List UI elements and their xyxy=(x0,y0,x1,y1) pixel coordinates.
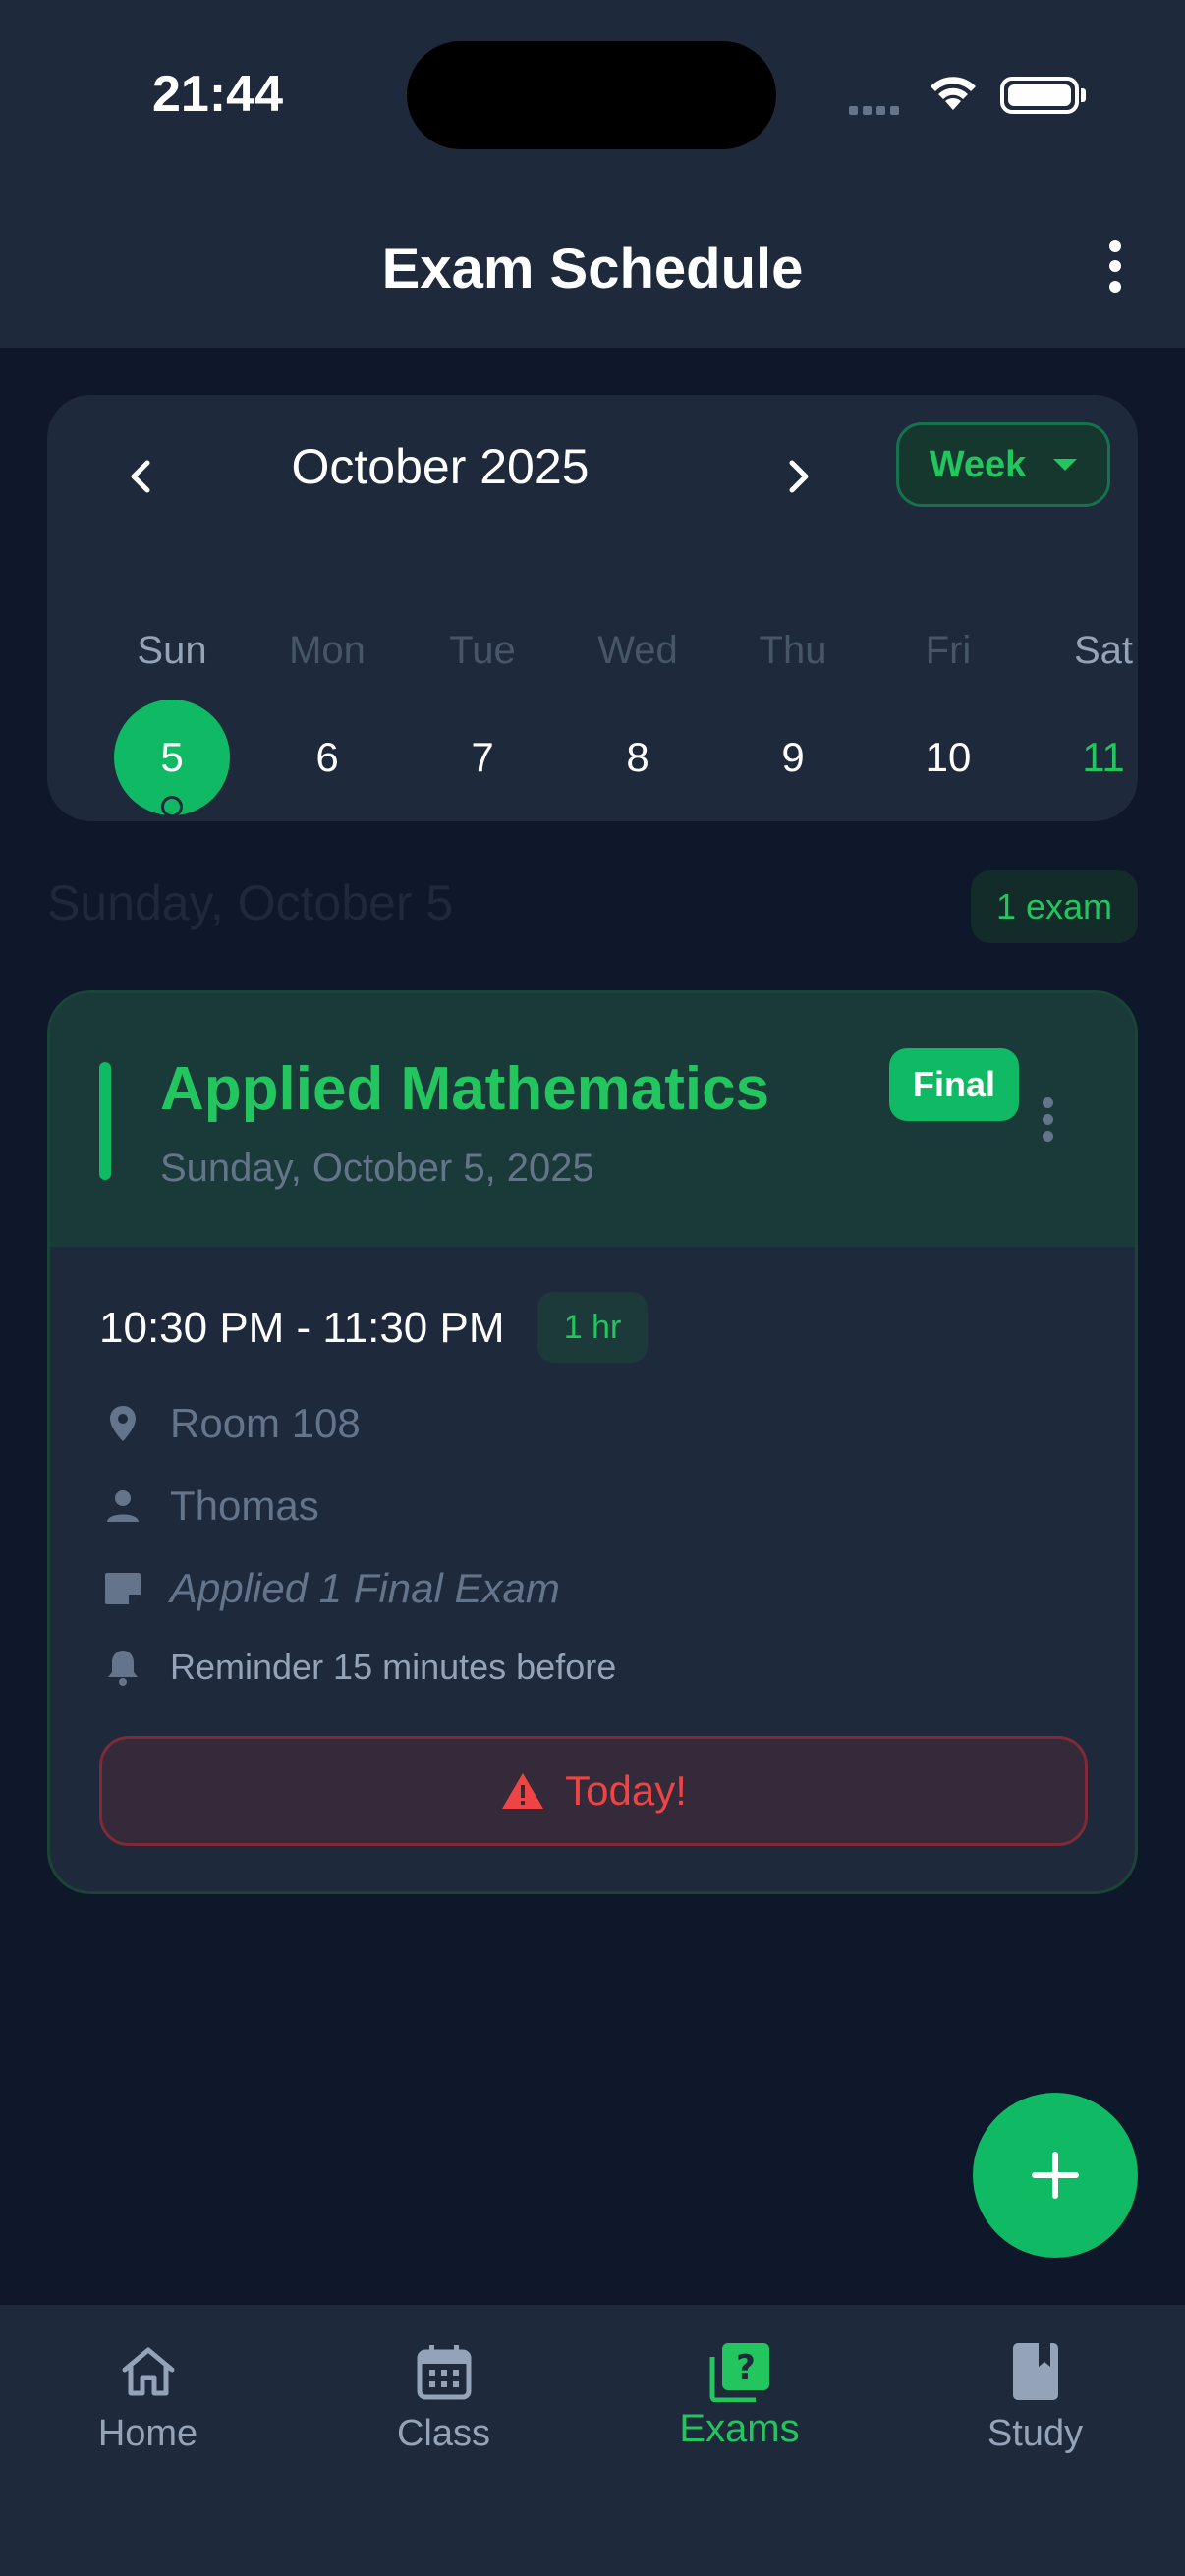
teacher-row: Thomas xyxy=(99,1483,319,1530)
exam-type-badge: Final xyxy=(889,1048,1019,1121)
view-mode-label: Week xyxy=(929,443,1027,485)
more-options-button[interactable] xyxy=(1091,232,1140,301)
day-number-selected[interactable]: 5 xyxy=(114,700,230,817)
room-row: Room 108 xyxy=(99,1400,361,1447)
duration-badge: 1 hr xyxy=(537,1292,648,1363)
day-name: Tue xyxy=(449,629,516,672)
cellular-signal-icon xyxy=(849,102,904,120)
status-bar: 21:44 xyxy=(0,0,1185,196)
exam-icon: ? xyxy=(592,2332,887,2411)
day-name: Fri xyxy=(925,629,972,672)
nav-exams[interactable]: ? Exams xyxy=(592,2305,887,2501)
nav-home[interactable]: Home xyxy=(0,2305,296,2501)
day-name: Wed xyxy=(597,629,678,672)
room-text: Room 108 xyxy=(170,1400,361,1446)
calendar-icon xyxy=(296,2332,592,2411)
week-days: Sun 5 Mon 6 Tue 7 Wed 8 Thu 9 Fri 10 Sat… xyxy=(47,621,1138,817)
page-title: Exam Schedule xyxy=(381,237,804,301)
book-icon xyxy=(887,2332,1183,2411)
chevron-left-icon xyxy=(131,460,150,493)
calendar-month-label: October 2025 xyxy=(291,439,590,494)
exam-options-button[interactable] xyxy=(1043,1097,1053,1142)
selected-date-heading: Sunday, October 5 xyxy=(47,875,454,930)
calendar-card: October 2025 Week Sun 5 Mon 6 Tue 7 Wed … xyxy=(47,395,1138,821)
add-exam-button[interactable] xyxy=(973,2093,1138,2258)
day-sun[interactable]: Sun 5 xyxy=(94,621,250,817)
exam-date: Sunday, October 5, 2025 xyxy=(160,1147,594,1190)
battery-nub xyxy=(1081,88,1086,102)
bottom-navigation: Home Class ? Exams Study xyxy=(0,2305,1185,2576)
person-icon xyxy=(99,1483,146,1530)
day-number[interactable]: 7 xyxy=(424,700,540,815)
reminder-text: Reminder 15 minutes before xyxy=(170,1647,617,1687)
day-number[interactable]: 9 xyxy=(735,700,851,815)
svg-text:?: ? xyxy=(736,2348,756,2387)
app-header: Exam Schedule xyxy=(0,196,1185,348)
day-name: Thu xyxy=(759,629,827,672)
nav-label: Exams xyxy=(679,2407,800,2450)
day-tue[interactable]: Tue 7 xyxy=(405,621,560,815)
nav-label: Class xyxy=(396,2413,491,2454)
caret-down-icon xyxy=(1053,459,1078,471)
nav-study[interactable]: Study xyxy=(887,2305,1183,2501)
today-alert-text: Today! xyxy=(565,1767,687,1814)
exam-subject: Applied Mathematics xyxy=(160,1055,770,1123)
day-wed[interactable]: Wed 8 xyxy=(560,621,715,815)
nav-label: Study xyxy=(987,2413,1084,2454)
wifi-icon xyxy=(928,73,979,117)
day-sat[interactable]: Sat 11 xyxy=(1026,621,1181,815)
exam-card-header: Applied Mathematics Sunday, October 5, 2… xyxy=(50,993,1135,1247)
next-month-button[interactable] xyxy=(764,442,833,511)
location-pin-icon xyxy=(99,1400,146,1447)
plus-icon xyxy=(1032,2152,1079,2199)
exam-card[interactable]: Applied Mathematics Sunday, October 5, 2… xyxy=(47,990,1138,1894)
home-icon xyxy=(0,2332,296,2411)
day-number[interactable]: 6 xyxy=(269,700,385,815)
day-mon[interactable]: Mon 6 xyxy=(250,621,405,815)
day-name: Mon xyxy=(289,629,366,672)
previous-month-button[interactable] xyxy=(106,442,175,511)
battery-icon xyxy=(1000,77,1079,114)
day-name: Sat xyxy=(1073,629,1134,672)
day-number[interactable]: 10 xyxy=(890,700,1006,815)
dynamic-island xyxy=(407,41,776,149)
exam-count-badge: 1 exam xyxy=(971,870,1138,943)
warning-icon xyxy=(502,1773,544,1809)
accent-bar xyxy=(99,1062,111,1180)
note-row: Applied 1 Final Exam xyxy=(99,1565,560,1612)
note-text: Applied 1 Final Exam xyxy=(170,1565,560,1611)
bell-icon xyxy=(99,1644,146,1691)
exam-time-range: 10:30 PM - 11:30 PM xyxy=(99,1304,505,1352)
teacher-text: Thomas xyxy=(170,1483,319,1529)
reminder-row: Reminder 15 minutes before xyxy=(99,1644,616,1691)
day-number[interactable]: 11 xyxy=(1045,700,1161,815)
status-time: 21:44 xyxy=(152,66,283,123)
nav-class[interactable]: Class xyxy=(296,2305,592,2501)
today-alert-button[interactable]: Today! xyxy=(99,1736,1088,1846)
event-dot xyxy=(161,796,183,817)
day-number[interactable]: 8 xyxy=(580,700,696,815)
day-thu[interactable]: Thu 9 xyxy=(715,621,871,815)
day-name: Sun xyxy=(137,629,207,672)
view-mode-dropdown[interactable]: Week xyxy=(896,422,1110,507)
nav-label: Home xyxy=(97,2413,198,2454)
day-fri[interactable]: Fri 10 xyxy=(871,621,1026,815)
chevron-right-icon xyxy=(789,460,809,493)
note-icon xyxy=(99,1565,146,1612)
